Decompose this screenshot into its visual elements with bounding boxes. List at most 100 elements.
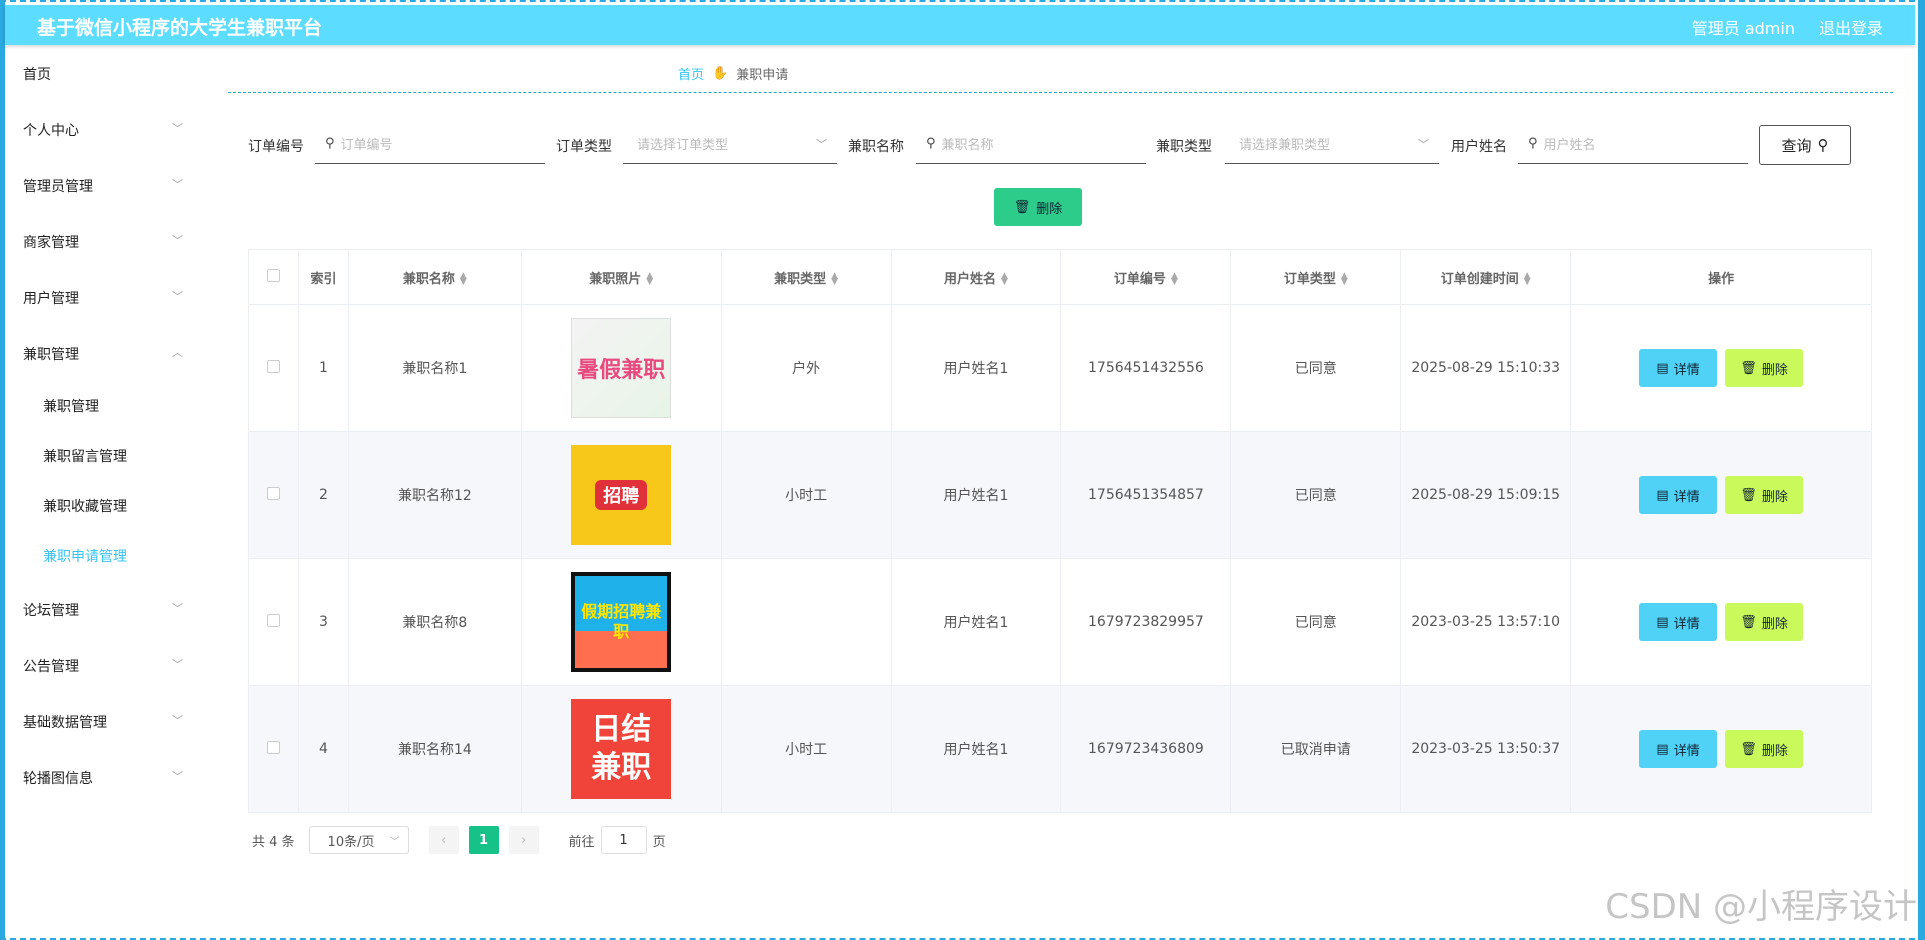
delete-button[interactable]: 🗑 删除	[1725, 730, 1804, 768]
sidebar-item-label: 用户管理	[23, 291, 79, 307]
sidebar-item-merchant-management[interactable]: 商家管理 ﹀	[23, 232, 193, 256]
created-time-cell: 2025-08-29 15:10:33	[1400, 304, 1572, 432]
job-name-label: 兼职名称	[848, 139, 904, 155]
app-title: 基于微信小程序的大学生兼职平台	[37, 17, 323, 39]
submenu-item-job-comments[interactable]: 兼职留言管理	[43, 446, 127, 466]
delete-button[interactable]: 🗑 删除	[1725, 349, 1804, 387]
user-name-label: 用户姓名	[1451, 139, 1507, 155]
row-checkbox[interactable]	[266, 740, 280, 754]
bulk-delete-button[interactable]: 🗑 删除	[994, 188, 1082, 226]
trash-icon: 🗑	[1740, 360, 1757, 376]
sort-icon[interactable]: ▲ ▼	[1001, 272, 1008, 287]
detail-button-label: 详情	[1673, 743, 1700, 759]
job-photo-thumbnail[interactable]: 暑假兼职	[571, 318, 672, 418]
goto-page-input[interactable]: 1	[600, 826, 647, 854]
submenu-item-job-favorites[interactable]: 兼职收藏管理	[43, 496, 127, 516]
next-page-button[interactable]: ›	[508, 826, 539, 854]
job-type-cell: 小时工	[720, 685, 892, 813]
sort-icon[interactable]: ▲ ▼	[1341, 272, 1348, 287]
row-checkbox[interactable]	[266, 613, 280, 627]
applications-table: 索引 兼职名称 ▲ ▼ 兼职照片 ▲ ▼ 兼职类型 ▲ ▼ 用户姓名 ▲ ▼ 订单编号 ▲ ▼ 订单…	[248, 249, 1872, 813]
sidebar-item-base-data[interactable]: 基础数据管理 ﹀	[23, 712, 193, 736]
job-name-cell: 兼职名称12	[347, 431, 522, 559]
sidebar-item-carousel[interactable]: 轮播图信息 ﹀	[23, 768, 193, 792]
actions-cell: ▤ 详情 🗑 删除	[1570, 558, 1872, 686]
job-name-input[interactable]: ⚲ 兼职名称	[916, 124, 1146, 164]
table-header-row: 索引 兼职名称 ▲ ▼ 兼职照片 ▲ ▼ 兼职类型 ▲ ▼ 用户姓名 ▲ ▼ 订单编号 ▲ ▼ 订单…	[248, 249, 1872, 305]
order-type-cell: 已取消申请	[1230, 685, 1402, 813]
col-user-name[interactable]: 用户姓名 ▲ ▼	[890, 249, 1062, 305]
prev-page-button[interactable]: ‹	[428, 826, 459, 854]
breadcrumb: 首页 ✋ 兼职申请	[678, 64, 788, 83]
detail-button[interactable]: ▤ 详情	[1639, 730, 1718, 768]
sort-icon[interactable]: ▲ ▼	[1171, 272, 1178, 287]
job-photo-thumbnail[interactable]: 假期招聘兼职	[571, 572, 672, 672]
table-row: 1 兼职名称1 暑假兼职 户外 用户姓名1 1756451432556 已同意 …	[248, 304, 1872, 432]
chevron-down-icon: ﹀	[172, 178, 183, 191]
sidebar-item-user-management[interactable]: 用户管理 ﹀	[23, 288, 193, 312]
order-no-label: 订单编号	[248, 139, 304, 155]
submenu-item-job-applications[interactable]: 兼职申请管理	[43, 546, 127, 566]
row-checkbox[interactable]	[266, 359, 280, 373]
col-job-photo[interactable]: 兼职照片 ▲ ▼	[520, 249, 722, 305]
order-no-cell: 1679723829957	[1060, 558, 1232, 686]
chevron-down-icon: ﹀	[1418, 138, 1429, 151]
detail-button[interactable]: ▤ 详情	[1639, 349, 1718, 387]
sidebar-item-job-management[interactable]: 兼职管理 ︿	[23, 344, 193, 368]
page-number-current[interactable]: 1	[468, 826, 499, 854]
submenu-item-job-management[interactable]: 兼职管理	[43, 396, 99, 416]
order-no-cell: 1756451354857	[1060, 431, 1232, 559]
query-button-label: 查询	[1781, 136, 1812, 155]
breadcrumb-home[interactable]: 首页	[678, 64, 704, 83]
sort-icon[interactable]: ▲ ▼	[646, 272, 653, 287]
sidebar-item-forum-management[interactable]: 论坛管理 ﹀	[23, 600, 193, 624]
sidebar-item-admin-management[interactable]: 管理员管理 ﹀	[23, 176, 193, 200]
sort-icon[interactable]: ▲ ▼	[460, 272, 467, 287]
logout-link[interactable]: 退出登录	[1819, 15, 1883, 39]
col-order-no[interactable]: 订单编号 ▲ ▼	[1060, 249, 1232, 305]
job-type-select[interactable]: 请选择兼职类型 ﹀	[1225, 124, 1439, 164]
chevron-down-icon: ﹀	[389, 837, 400, 848]
goto-label: 前往	[568, 834, 595, 850]
col-job-photo-label: 兼职照片	[589, 271, 642, 287]
job-type-placeholder: 请选择兼职类型	[1239, 138, 1331, 153]
row-checkbox[interactable]	[266, 486, 280, 500]
job-type-cell	[720, 558, 892, 686]
detail-button-label: 详情	[1673, 489, 1700, 505]
col-created-time[interactable]: 订单创建时间 ▲ ▼	[1400, 249, 1572, 305]
col-job-type[interactable]: 兼职类型 ▲ ▼	[720, 249, 892, 305]
actions-cell: ▤ 详情 🗑 删除	[1570, 685, 1872, 813]
sidebar-item-notice-management[interactable]: 公告管理 ﹀	[23, 656, 193, 680]
delete-button[interactable]: 🗑 删除	[1725, 476, 1804, 514]
table-row: 3 兼职名称8 假期招聘兼职 用户姓名1 1679723829957 已同意 2…	[248, 558, 1872, 686]
order-type-cell: 已同意	[1230, 431, 1402, 559]
detail-button[interactable]: ▤ 详情	[1639, 476, 1718, 514]
order-type-select[interactable]: 请选择订单类型 ﹀	[623, 124, 837, 164]
hand-icon: ✋	[712, 66, 729, 81]
col-actions-label: 操作	[1708, 271, 1735, 287]
detail-button[interactable]: ▤ 详情	[1639, 603, 1718, 641]
sort-icon[interactable]: ▲ ▼	[1524, 272, 1531, 287]
query-button[interactable]: 查询 ⚲	[1759, 125, 1851, 165]
sidebar: 首页 个人中心 ﹀ 管理员管理 ﹀ 商家管理 ﹀ 用户管理 ﹀ 兼职管理 ︿ 兼职管理 兼…	[5, 50, 195, 930]
actions-cell: ▤ 详情 🗑 删除	[1570, 304, 1872, 432]
page-size-select[interactable]: 10条/页 ﹀	[308, 826, 409, 854]
col-created-time-label: 订单创建时间	[1440, 271, 1519, 287]
user-name-input[interactable]: ⚲ 用户姓名	[1518, 124, 1748, 164]
sort-icon[interactable]: ▲ ▼	[831, 272, 838, 287]
current-user-label[interactable]: 管理员 admin	[1692, 15, 1795, 39]
job-photo-thumbnail[interactable]: 招聘	[571, 445, 672, 545]
col-job-name[interactable]: 兼职名称 ▲ ▼	[347, 249, 522, 305]
select-all-checkbox[interactable]	[266, 268, 280, 282]
job-photo-thumbnail[interactable]: 日结兼职	[571, 699, 672, 799]
index-cell: 2	[297, 431, 349, 559]
sidebar-item-home[interactable]: 首页	[23, 64, 193, 88]
order-no-input[interactable]: ⚲ 订单编号	[315, 124, 545, 164]
col-order-type[interactable]: 订单类型 ▲ ▼	[1230, 249, 1402, 305]
search-icon: ⚲	[1528, 136, 1538, 151]
sidebar-item-personal-center[interactable]: 个人中心 ﹀	[23, 120, 193, 144]
chevron-down-icon: ﹀	[172, 290, 183, 303]
detail-button-label: 详情	[1673, 616, 1700, 632]
delete-button[interactable]: 🗑 删除	[1725, 603, 1804, 641]
sidebar-item-label: 公告管理	[23, 659, 79, 675]
